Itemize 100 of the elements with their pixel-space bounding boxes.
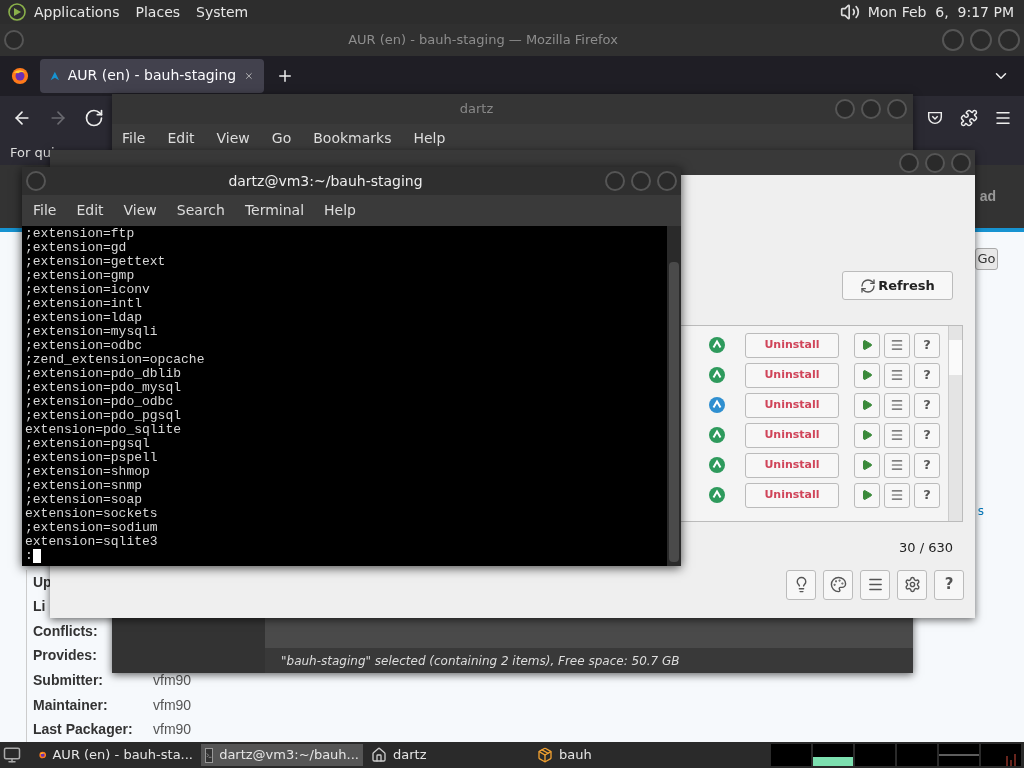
terminal-line: ;extension=gmp — [25, 269, 135, 283]
uninstall-button[interactable]: Uninstall — [745, 452, 839, 478]
volume-icon[interactable] — [839, 2, 860, 22]
uninstall-button[interactable]: Uninstall — [745, 392, 839, 418]
terminal-line: extension=sockets — [25, 507, 158, 521]
terminal-line: ;extension=pgsql — [25, 437, 150, 451]
menu-item[interactable]: Search — [176, 200, 225, 221]
nav-link[interactable]: ad — [979, 185, 996, 207]
menu-item[interactable]: Help — [413, 127, 446, 149]
taskbar-label: dartz@vm3:~/bauh... — [219, 746, 359, 765]
play-icon — [861, 339, 873, 351]
close-button[interactable] — [657, 171, 677, 191]
taskbar-item[interactable]: bauh — [533, 744, 763, 766]
system-monitor-graph — [855, 744, 895, 766]
panel-menu[interactable]: Places — [135, 1, 181, 23]
themes-button[interactable] — [823, 569, 853, 600]
taskbar-item[interactable]: dartz — [367, 744, 529, 766]
show-desktop-icon[interactable] — [3, 746, 21, 764]
actions-button[interactable] — [884, 392, 910, 418]
info-button[interactable]: ? — [914, 332, 940, 358]
window-menu-button[interactable] — [26, 171, 46, 191]
minimize-button[interactable] — [899, 152, 919, 173]
panel-menu[interactable]: System — [196, 1, 249, 23]
text-cursor — [32, 549, 41, 563]
actions-button[interactable] — [884, 452, 910, 478]
taskbar-label: dartz — [393, 746, 427, 765]
settings-button[interactable] — [897, 569, 927, 600]
maximize-button[interactable] — [970, 29, 992, 51]
terminal-line: ;extension=mysqli — [25, 325, 158, 339]
maximize-button[interactable] — [631, 171, 651, 191]
detail-label: Li — [33, 598, 46, 615]
play-icon — [861, 369, 873, 381]
go-button[interactable]: Go — [975, 247, 998, 270]
play-icon — [861, 429, 873, 441]
menu-item[interactable]: Go — [271, 127, 292, 149]
launch-button[interactable] — [854, 362, 880, 388]
actions-button[interactable] — [884, 362, 910, 388]
info-button[interactable]: ? — [914, 422, 940, 448]
minimize-button[interactable] — [835, 99, 855, 119]
package-count: 30 / 630 — [899, 539, 953, 557]
launch-button[interactable] — [854, 332, 880, 358]
close-button[interactable] — [887, 99, 907, 119]
clock[interactable]: Mon Feb 6, 9:17 PM — [867, 1, 1014, 23]
menu-item[interactable]: View — [123, 200, 157, 221]
system-logo-icon[interactable] — [8, 3, 26, 21]
scrollbar[interactable] — [948, 326, 962, 521]
menu-item[interactable]: File — [122, 127, 146, 149]
menu-item[interactable]: File — [33, 200, 57, 221]
terminal-line: ;extension=pdo_mysql — [25, 381, 182, 395]
uninstall-button[interactable]: Uninstall — [745, 332, 839, 358]
maximize-button[interactable] — [861, 99, 881, 119]
minimize-button[interactable] — [942, 29, 964, 51]
info-button[interactable]: ? — [914, 392, 940, 418]
system-monitor-graph — [981, 744, 1021, 766]
system-monitor-graph — [939, 744, 979, 766]
close-button[interactable] — [951, 152, 971, 173]
launch-button[interactable] — [854, 392, 880, 418]
terminal-line: ;extension=soap — [25, 493, 143, 507]
actions-button[interactable] — [884, 422, 910, 448]
uninstall-button[interactable]: Uninstall — [745, 422, 839, 448]
minimize-button[interactable] — [605, 171, 625, 191]
menu-item[interactable]: Help — [324, 200, 356, 221]
link-text[interactable]: s — [977, 501, 984, 520]
terminal-icon — [205, 747, 214, 763]
scrollbar[interactable] — [667, 226, 681, 566]
menu-icon — [890, 428, 904, 442]
menu-button[interactable] — [860, 569, 890, 600]
help-button[interactable]: ? — [934, 569, 964, 600]
maximize-button[interactable] — [925, 152, 945, 173]
info-button[interactable]: ? — [914, 452, 940, 478]
actions-button[interactable] — [884, 332, 910, 358]
info-button[interactable]: ? — [914, 482, 940, 508]
panel-menu[interactable]: Applications — [34, 1, 120, 23]
detail-label: Provides: — [33, 647, 97, 664]
menu-item[interactable]: Terminal — [244, 200, 305, 221]
uninstall-button[interactable]: Uninstall — [745, 362, 839, 388]
system-monitor-graph — [813, 744, 853, 766]
menu-item[interactable]: Edit — [167, 127, 195, 149]
taskbar-item[interactable]: dartz@vm3:~/bauh... — [201, 744, 363, 766]
terminal-line: ;extension=gettext — [25, 255, 166, 269]
menu-item[interactable]: View — [216, 127, 250, 149]
menu-item[interactable]: Bookmarks — [313, 127, 392, 149]
uninstall-button[interactable]: Uninstall — [745, 482, 839, 508]
launch-button[interactable] — [854, 452, 880, 478]
launch-button[interactable] — [854, 422, 880, 448]
browser-tab[interactable]: AUR (en) - bauh-staging — [40, 58, 264, 93]
suggestions-button[interactable] — [786, 569, 816, 600]
info-button[interactable]: ? — [914, 362, 940, 388]
extensions-icon[interactable] — [960, 108, 978, 127]
close-button[interactable] — [998, 29, 1020, 51]
menu-item[interactable]: Edit — [76, 200, 104, 221]
actions-button[interactable] — [884, 482, 910, 508]
reload-button[interactable] — [84, 107, 104, 128]
tab-title: AUR (en) - bauh-staging — [67, 66, 237, 86]
launch-button[interactable] — [854, 482, 880, 508]
terminal-line: ;extension=pspell — [25, 451, 158, 465]
terminal-line: ;extension=iconv — [25, 283, 150, 297]
refresh-button[interactable]: Refresh — [842, 271, 953, 300]
taskbar-item[interactable]: AUR (en) - bauh-sta... — [35, 744, 197, 766]
window-menu-button[interactable] — [4, 30, 24, 50]
